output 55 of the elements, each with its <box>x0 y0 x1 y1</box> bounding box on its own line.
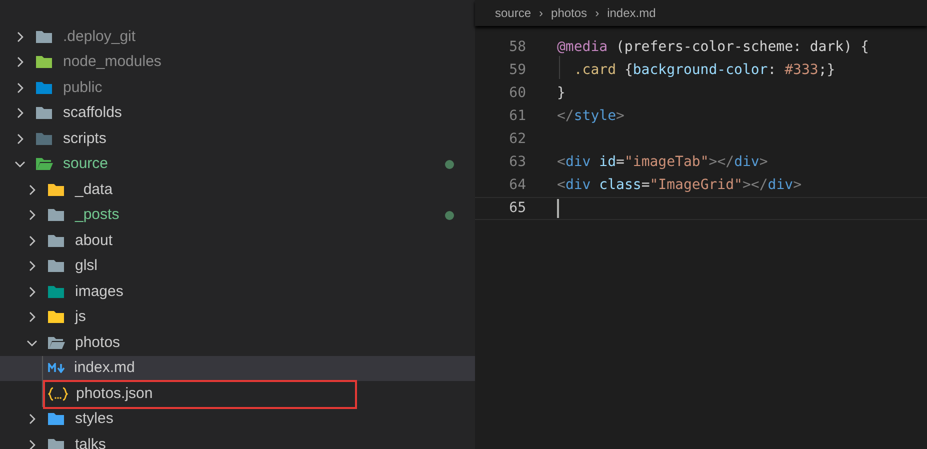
line-number: 62 <box>508 130 527 149</box>
folder-row[interactable]: source <box>0 152 475 177</box>
folder-name: _data <box>75 180 113 200</box>
folder-name: node_modules <box>63 52 162 72</box>
folder-name: photos <box>75 332 120 352</box>
folder-row[interactable]: _posts <box>0 202 475 228</box>
folder-row[interactable]: node_modules <box>0 50 475 75</box>
breadcrumb-item[interactable]: photos <box>551 4 588 22</box>
folder-row[interactable]: _data <box>0 177 475 202</box>
code-line: </style> <box>557 107 624 126</box>
folder-row[interactable]: scripts <box>0 126 475 152</box>
code-line: <div id="imageTab"></div> <box>557 153 768 172</box>
folder-name: images <box>75 282 124 302</box>
folder-row[interactable]: js <box>0 304 475 330</box>
folder-name: scaffolds <box>63 103 122 123</box>
file-row[interactable]: photos.json <box>0 381 475 406</box>
code-line: .card {background-color: #333;} <box>557 60 836 81</box>
folder-name: talks <box>75 434 106 449</box>
folder-name: about <box>75 230 113 250</box>
folder-row[interactable]: talks <box>0 432 475 449</box>
folder-row[interactable]: photos <box>0 330 475 356</box>
line-number: 60 <box>508 84 527 103</box>
folder-name: styles <box>75 409 114 429</box>
line-number: 61 <box>508 107 527 126</box>
folder-row[interactable]: images <box>0 279 475 304</box>
folder-row[interactable]: scaffolds <box>0 100 475 126</box>
file-name: index.md <box>74 358 135 378</box>
folder-name: js <box>75 307 86 327</box>
folder-row[interactable]: styles <box>0 406 475 432</box>
breadcrumb-item[interactable]: source <box>495 4 532 22</box>
line-number: 65 <box>508 199 527 218</box>
folder-name: .deploy_git <box>63 26 136 46</box>
file-name: photos.json <box>76 384 153 404</box>
folder-row[interactable]: .deploy_git <box>0 24 475 50</box>
folder-name: glsl <box>75 256 98 276</box>
folder-name: scripts <box>63 128 106 148</box>
folder-name: public <box>63 78 102 98</box>
breadcrumb-separator: › <box>539 5 544 22</box>
code-line: } <box>557 84 566 103</box>
folder-row[interactable]: about <box>0 228 475 254</box>
folder-name: source <box>63 154 108 174</box>
code-line: @media (prefers-color-scheme: dark) { <box>557 38 869 57</box>
markdown-icon <box>48 363 66 374</box>
line-number: 63 <box>508 153 527 172</box>
breadcrumb-separator: › <box>595 5 600 22</box>
breadcrumb-item[interactable]: index.md <box>607 4 656 22</box>
line-number: 58 <box>508 38 527 57</box>
file-row[interactable]: index.md <box>0 356 475 381</box>
line-number: 59 <box>508 61 527 80</box>
json-braces-icon <box>48 386 68 401</box>
folder-name: _posts <box>75 205 120 225</box>
line-number: 64 <box>508 176 527 195</box>
folder-row[interactable]: public <box>0 75 475 100</box>
code-line: <div class="ImageGrid"></div> <box>557 176 802 195</box>
folder-row[interactable]: glsl <box>0 254 475 279</box>
